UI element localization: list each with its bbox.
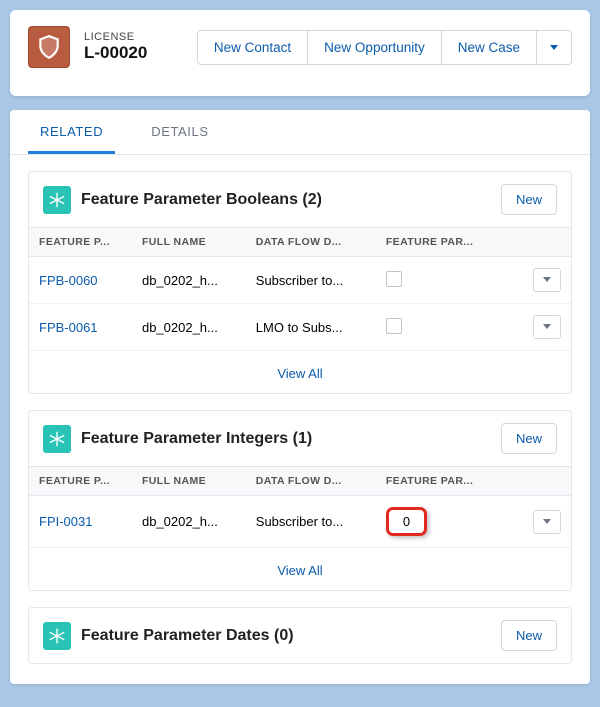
integers-table: FEATURE P... FULL NAME DATA FLOW D... FE…	[29, 466, 571, 548]
table-row: FPB-0060 db_0202_h... Subscriber to...	[29, 257, 571, 304]
row-actions-button[interactable]	[533, 268, 561, 292]
related-list-title: Feature Parameter Dates (0)	[81, 627, 294, 645]
feature-parameter-icon	[43, 186, 71, 214]
new-opportunity-button[interactable]: New Opportunity	[308, 30, 442, 65]
related-list-booleans: Feature Parameter Booleans (2) New FEATU…	[28, 171, 572, 394]
table-row: FPB-0061 db_0202_h... LMO to Subs...	[29, 304, 571, 351]
tab-details[interactable]: DETAILS	[139, 110, 220, 154]
feature-parameter-icon	[43, 425, 71, 453]
tab-bar: RELATED DETAILS	[10, 110, 590, 155]
feature-parameter-icon	[43, 622, 71, 650]
booleans-table: FEATURE P... FULL NAME DATA FLOW D... FE…	[29, 227, 571, 351]
new-date-button[interactable]: New	[501, 620, 557, 651]
cell-fullname: db_0202_h...	[132, 257, 246, 304]
record-meta: LICENSE L-00020	[84, 31, 147, 63]
row-actions-button[interactable]	[533, 510, 561, 534]
col-header-dataflow[interactable]: DATA FLOW D...	[246, 467, 376, 496]
col-header-dataflow[interactable]: DATA FLOW D...	[246, 228, 376, 257]
view-all-link[interactable]: View All	[277, 366, 322, 381]
cell-dataflow: Subscriber to...	[246, 257, 376, 304]
record-name: L-00020	[84, 43, 147, 63]
col-header-param[interactable]: FEATURE P...	[29, 228, 132, 257]
caret-down-icon	[549, 44, 559, 52]
col-header-fullname[interactable]: FULL NAME	[132, 467, 246, 496]
view-all-link[interactable]: View All	[277, 563, 322, 578]
detail-panel: RELATED DETAILS Feature Parameter Boolea…	[10, 110, 590, 684]
col-header-param[interactable]: FEATURE P...	[29, 467, 132, 496]
related-list-title: Feature Parameter Booleans (2)	[81, 191, 322, 209]
param-link[interactable]: FPI-0031	[39, 514, 92, 529]
related-list-integers: Feature Parameter Integers (1) New FEATU…	[28, 410, 572, 591]
cell-dataflow: Subscriber to...	[246, 496, 376, 548]
header-actions: New Contact New Opportunity New Case	[197, 30, 572, 65]
cell-dataflow: LMO to Subs...	[246, 304, 376, 351]
record-header: LICENSE L-00020 New Contact New Opportun…	[10, 10, 590, 96]
highlighted-value: 0	[386, 507, 427, 536]
col-header-fullname[interactable]: FULL NAME	[132, 228, 246, 257]
new-case-button[interactable]: New Case	[442, 30, 537, 65]
row-actions-button[interactable]	[533, 315, 561, 339]
new-contact-button[interactable]: New Contact	[197, 30, 308, 65]
table-row: FPI-0031 db_0202_h... Subscriber to... 0	[29, 496, 571, 548]
related-list-dates: Feature Parameter Dates (0) New	[28, 607, 572, 664]
new-boolean-button[interactable]: New	[501, 184, 557, 215]
license-record-icon	[28, 26, 70, 68]
checkbox-unchecked-icon	[386, 271, 402, 287]
col-header-value[interactable]: FEATURE PAR...	[376, 228, 512, 257]
param-link[interactable]: FPB-0060	[39, 273, 98, 288]
related-list-title: Feature Parameter Integers (1)	[81, 430, 312, 448]
cell-fullname: db_0202_h...	[132, 496, 246, 548]
cell-fullname: db_0202_h...	[132, 304, 246, 351]
checkbox-unchecked-icon	[386, 318, 402, 334]
col-header-value[interactable]: FEATURE PAR...	[376, 467, 512, 496]
more-actions-button[interactable]	[537, 30, 572, 65]
new-integer-button[interactable]: New	[501, 423, 557, 454]
tab-related[interactable]: RELATED	[28, 110, 115, 154]
record-type-label: LICENSE	[84, 31, 147, 43]
param-link[interactable]: FPB-0061	[39, 320, 98, 335]
